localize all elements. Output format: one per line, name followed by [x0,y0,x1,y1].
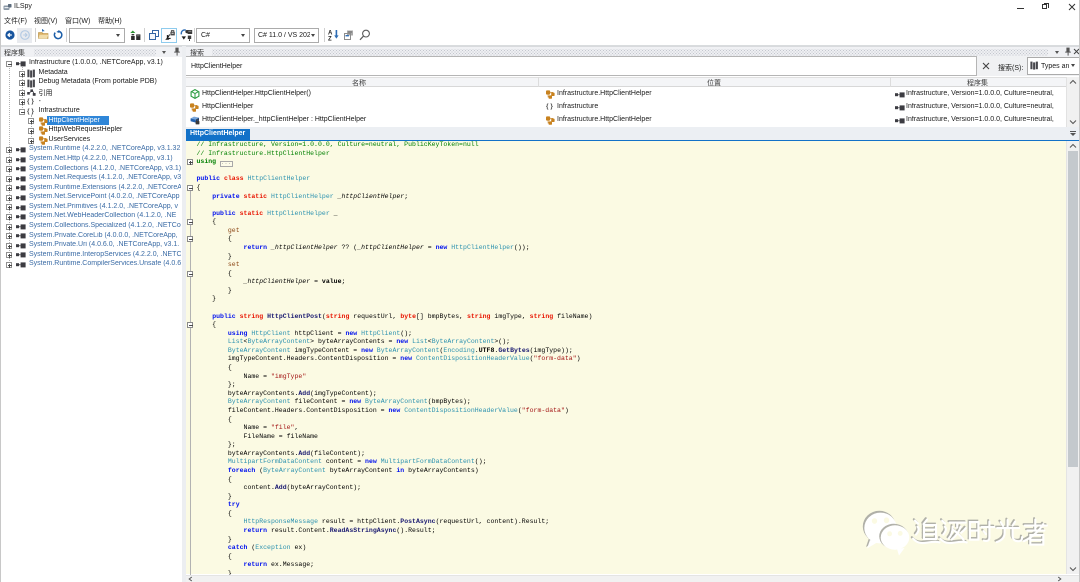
svg-text:Z: Z [328,36,332,41]
